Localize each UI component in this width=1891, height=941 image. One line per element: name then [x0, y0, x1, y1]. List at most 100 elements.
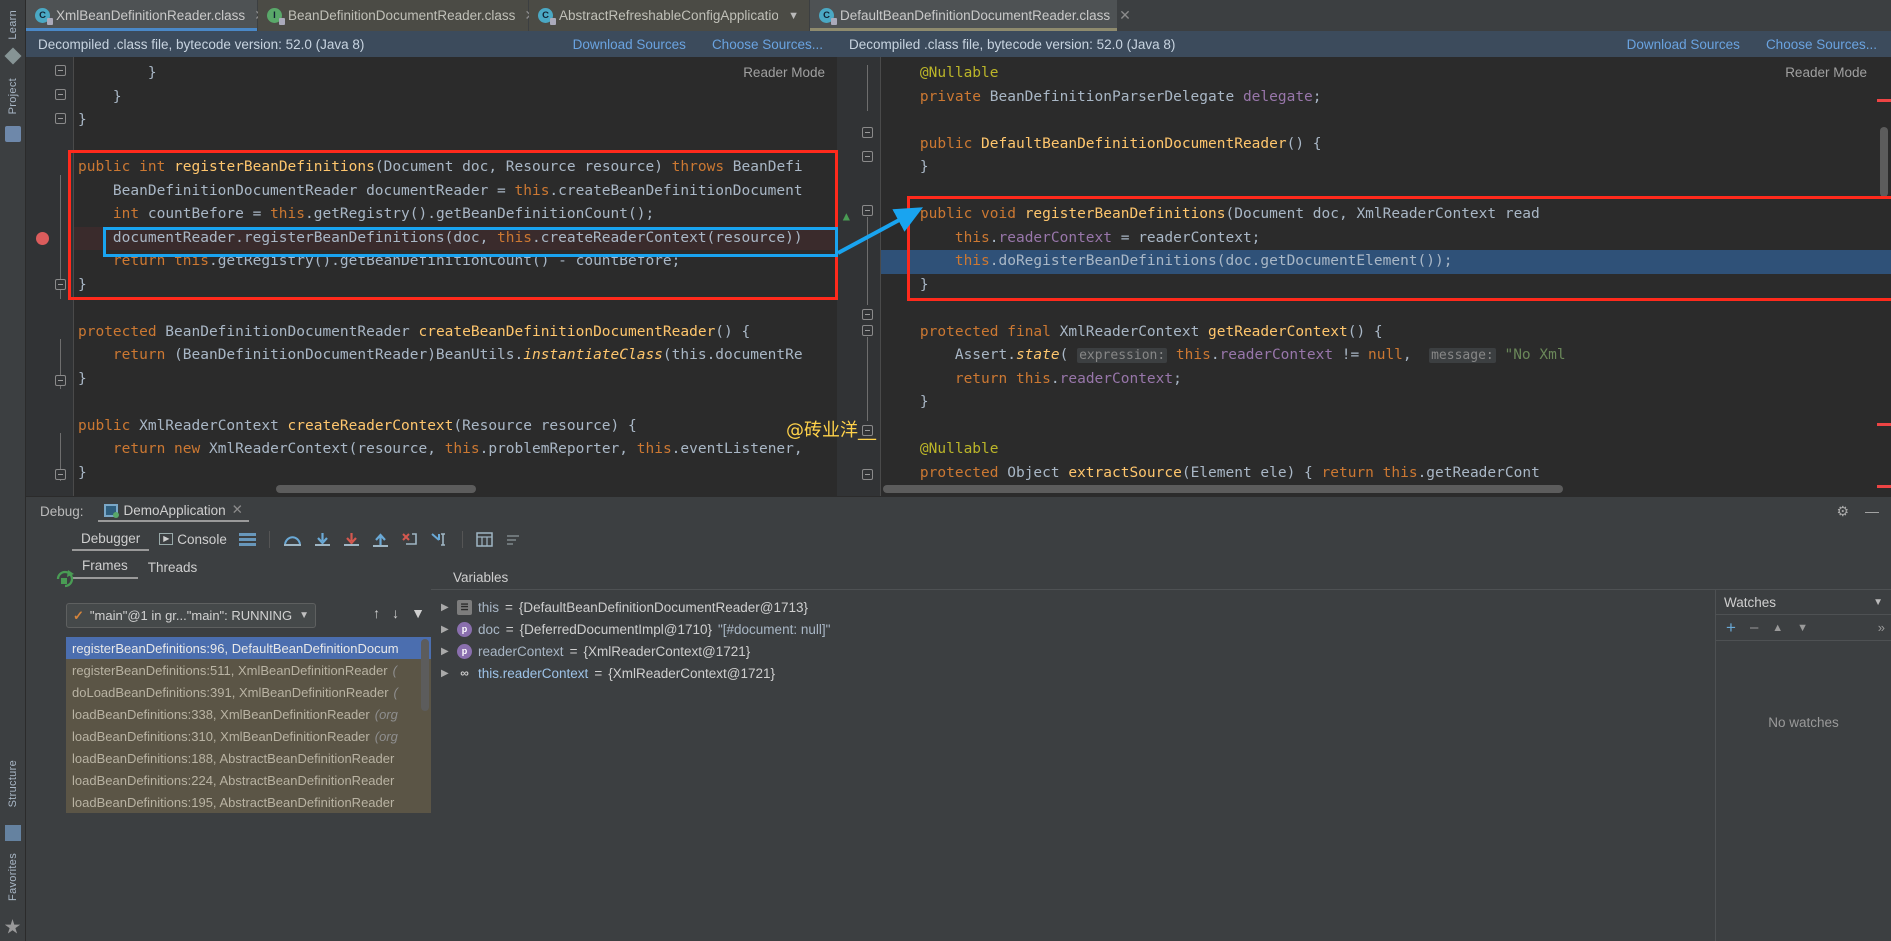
fold-marker[interactable]: [862, 469, 873, 480]
fold-marker[interactable]: [55, 89, 66, 100]
rerun-icon[interactable]: [55, 569, 74, 593]
close-icon[interactable]: ✕: [232, 502, 243, 518]
choose-sources-link[interactable]: Choose Sources...: [712, 37, 823, 52]
code-line: int countBefore = this.getRegistry().get…: [112, 206, 655, 222]
sort-values-icon[interactable]: [499, 530, 528, 549]
frame-row[interactable]: doLoadBeanDefinitions:391, XmlBeanDefini…: [66, 681, 431, 703]
equals-sign: =: [505, 621, 514, 637]
choose-sources-link[interactable]: Choose Sources...: [1766, 37, 1877, 52]
frame-row[interactable]: loadBeanDefinitions:224, AbstractBeanDef…: [66, 769, 431, 791]
step-into-icon[interactable]: [308, 530, 337, 549]
chevron-right-icon[interactable]: ▶: [441, 668, 451, 679]
subtab-frames[interactable]: Frames: [72, 556, 138, 579]
frames-scrollbar[interactable]: [421, 639, 429, 711]
close-icon[interactable]: ✕: [1119, 7, 1131, 24]
move-up-icon[interactable]: ▲: [1772, 622, 1783, 634]
tab-label: BeanDefinitionDocumentReader.class: [288, 8, 516, 23]
frame-row[interactable]: registerBeanDefinitions:96, DefaultBeanD…: [66, 637, 431, 659]
horizontal-scrollbar-left[interactable]: [276, 485, 476, 493]
tab-defaultbeandefinitiondocumentreader[interactable]: C DefaultBeanDefinitionDocumentReader.cl…: [810, 0, 1131, 31]
editor-right[interactable]: ▲ Reader Mode @Nullable private BeanDefi…: [837, 57, 1891, 496]
code-area-left[interactable]: } } } public int registerBeanDefinitions…: [74, 57, 837, 496]
frame-row[interactable]: loadBeanDefinitions:310, XmlBeanDefiniti…: [66, 725, 431, 747]
fold-marker[interactable]: [55, 65, 66, 76]
chevron-down-icon[interactable]: ▼: [299, 610, 309, 621]
code-line: public DefaultBeanDefinitionDocumentRead…: [919, 135, 1322, 152]
fold-marker[interactable]: [55, 375, 66, 386]
tab-debugger[interactable]: Debugger: [72, 528, 150, 551]
variable-row[interactable]: ▶ p readerContext = {XmlReaderContext@17…: [431, 640, 1715, 662]
chevron-down-icon[interactable]: ▼: [1873, 597, 1883, 608]
editor-left[interactable]: Reader Mode } } } public int registerBea…: [26, 57, 837, 496]
error-stripe-mark[interactable]: [1877, 99, 1891, 102]
tool-favorites[interactable]: Favorites: [7, 847, 19, 907]
frame-row[interactable]: loadBeanDefinitions:195, AbstractBeanDef…: [66, 791, 431, 813]
frame-up-icon[interactable]: ↑: [373, 605, 380, 621]
fold-marker[interactable]: [862, 325, 873, 336]
step-over-icon[interactable]: [277, 530, 308, 549]
frame-row[interactable]: loadBeanDefinitions:338, XmlBeanDefiniti…: [66, 703, 431, 725]
more-options-icon[interactable]: »: [1878, 620, 1891, 635]
frame-row[interactable]: registerBeanDefinitions:511, XmlBeanDefi…: [66, 659, 431, 681]
evaluate-expression-icon[interactable]: [470, 530, 499, 549]
debug-session-tab[interactable]: DemoApplication ✕: [97, 500, 249, 522]
variable-value: {DefaultBeanDefinitionDocumentReader@171…: [518, 599, 809, 615]
variables-tree[interactable]: ▶ ☰ this = {DefaultBeanDefinitionDocumen…: [431, 590, 1715, 941]
remove-watch-icon[interactable]: –: [1750, 619, 1758, 636]
fold-marker[interactable]: [55, 113, 66, 124]
move-down-icon[interactable]: ▼: [1797, 622, 1808, 634]
add-watch-icon[interactable]: +: [1726, 619, 1736, 636]
frame-down-icon[interactable]: ↓: [392, 605, 399, 621]
gear-icon[interactable]: ⚙: [1836, 503, 1849, 520]
layout-settings-icon[interactable]: [233, 531, 262, 548]
tab-abstractrefreshableconfigapplicationcontext[interactable]: C AbstractRefreshableConfigApplicationC …: [529, 0, 810, 31]
code-line: }: [78, 276, 87, 293]
code-line: }: [78, 370, 87, 387]
tool-learn[interactable]: Learn: [7, 4, 19, 46]
method-override-icon[interactable]: ▲: [843, 205, 850, 229]
tab-beandefinitiondocumentreader[interactable]: I BeanDefinitionDocumentReader.class ✕: [258, 0, 536, 31]
error-stripe-mark[interactable]: [1877, 423, 1891, 426]
vertical-scrollbar-right[interactable]: [1880, 127, 1888, 197]
fold-marker[interactable]: [862, 127, 873, 138]
frame-row[interactable]: loadBeanDefinitions:188, AbstractBeanDef…: [66, 747, 431, 769]
error-stripe-mark[interactable]: [1877, 485, 1891, 488]
step-out-icon[interactable]: [366, 530, 395, 549]
thread-selector[interactable]: ✓ "main"@1 in gr..."main": RUNNING ▼: [66, 603, 316, 628]
fold-marker[interactable]: [862, 309, 873, 320]
drop-frame-icon[interactable]: [395, 530, 424, 549]
tab-console[interactable]: ▶ Console: [153, 530, 233, 549]
fold-marker[interactable]: [862, 205, 873, 216]
variable-row[interactable]: ▶ ☰ this = {DefaultBeanDefinitionDocumen…: [431, 596, 1715, 618]
download-sources-link[interactable]: Download Sources: [1627, 37, 1740, 52]
chevron-right-icon[interactable]: ▶: [441, 602, 451, 613]
tool-project[interactable]: Project: [7, 72, 19, 120]
force-step-into-icon[interactable]: [337, 530, 366, 549]
fold-marker[interactable]: [55, 279, 66, 290]
variable-name: readerContext: [478, 643, 564, 659]
field-icon: ∞: [460, 666, 469, 680]
frames-list[interactable]: registerBeanDefinitions:96, DefaultBeanD…: [66, 637, 431, 941]
subtab-threads[interactable]: Threads: [138, 558, 208, 579]
filter-icon[interactable]: ▼: [411, 605, 425, 621]
run-to-cursor-icon[interactable]: [424, 530, 455, 549]
horizontal-scrollbar-right[interactable]: [883, 485, 1563, 493]
tool-structure[interactable]: Structure: [7, 754, 19, 813]
chevron-right-icon[interactable]: ▶: [441, 624, 451, 635]
decompiled-banner-right: Decompiled .class file, bytecode version…: [837, 31, 1891, 57]
breakpoint-icon[interactable]: [36, 232, 49, 245]
fold-marker[interactable]: [862, 151, 873, 162]
code-area-right[interactable]: @Nullable private BeanDefinitionParserDe…: [881, 57, 1891, 496]
chevron-down-icon[interactable]: ▼: [788, 10, 799, 22]
fold-marker[interactable]: [55, 469, 66, 480]
code-line: @Nullable: [919, 65, 999, 81]
tab-xmlbeandefinitionreader[interactable]: C XmlBeanDefinitionReader.class ✕: [26, 0, 266, 31]
minimize-icon[interactable]: —: [1865, 503, 1879, 520]
variable-row[interactable]: ▶ ∞ this.readerContext = {XmlReaderConte…: [431, 662, 1715, 684]
variable-row[interactable]: ▶ p doc = {DeferredDocumentImpl@1710} "[…: [431, 618, 1715, 640]
editor-gutter-left[interactable]: [26, 57, 74, 496]
chevron-right-icon[interactable]: ▶: [441, 646, 451, 657]
download-sources-link[interactable]: Download Sources: [573, 37, 686, 52]
